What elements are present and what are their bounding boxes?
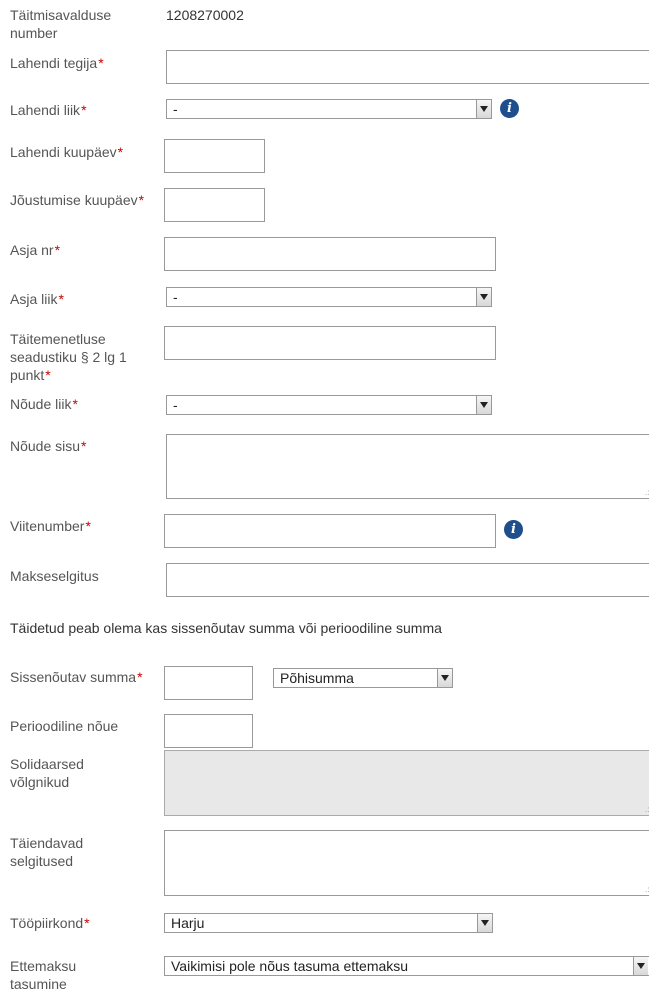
amount-type-select[interactable]: Põhisumma — [273, 668, 453, 688]
claim-type-selected: - — [173, 397, 178, 413]
case-number-input[interactable] — [164, 237, 496, 271]
claim-type-label: Nõude liik — [10, 395, 160, 413]
application-number-label: Täitmisavalduse number — [10, 7, 112, 41]
chevron-down-icon — [476, 288, 491, 306]
effective-date-label: Jõustumise kuupäev — [10, 191, 150, 209]
chevron-down-icon — [477, 914, 492, 932]
decision-type-selected: - — [173, 101, 178, 117]
additional-explanations-label: Täiendavad selgitused — [10, 835, 84, 869]
periodic-claim-label: Perioodiline nõue — [10, 718, 119, 734]
decision-maker-label: Lahendi tegija — [10, 54, 160, 72]
decision-type-select[interactable]: - — [166, 99, 492, 119]
info-icon[interactable]: i — [500, 99, 519, 118]
info-icon[interactable]: i — [504, 520, 523, 539]
claim-content-label: Nõude sisu — [10, 437, 160, 455]
amount-requirement-note: Täidetud peab olema kas sissenõutav summ… — [10, 620, 442, 636]
prepayment-label: Ettemaksu tasumine — [10, 958, 77, 992]
enforcement-act-point-label: Täitemenetluse seadustiku § 2 lg 1 punkt — [10, 330, 160, 384]
amount-type-selected: Põhisumma — [280, 670, 354, 686]
effective-date-input[interactable] — [164, 188, 265, 222]
chevron-down-icon — [476, 100, 491, 118]
decision-maker-input[interactable] — [166, 50, 649, 84]
reference-number-label: Viitenumber — [10, 517, 160, 535]
work-district-label: Tööpiirkond — [10, 914, 160, 932]
joint-debtors-label: Solidaarsed võlgnikud — [10, 756, 84, 790]
joint-debtors-textarea: .: — [164, 750, 649, 816]
application-number-value: 1208270002 — [166, 7, 244, 23]
work-district-select[interactable]: Harju — [164, 913, 493, 933]
claim-content-textarea[interactable]: .: — [166, 434, 649, 499]
claim-type-select[interactable]: - — [166, 395, 492, 415]
prepayment-selected: Vaikimisi pole nõus tasuma ettemaksu — [171, 958, 409, 974]
decision-date-input[interactable] — [164, 139, 265, 173]
case-type-select[interactable]: - — [166, 287, 492, 307]
case-type-label: Asja liik — [10, 290, 160, 308]
reference-number-input[interactable] — [164, 514, 496, 548]
payment-description-label: Makseselgitus — [10, 568, 99, 584]
decision-date-label: Lahendi kuupäev — [10, 143, 170, 161]
decision-type-label: Lahendi liik — [10, 101, 160, 119]
resize-grip-icon[interactable]: .: — [645, 886, 649, 894]
resize-grip-icon: .: — [645, 805, 649, 814]
enforcement-act-point-input[interactable] — [164, 326, 496, 360]
claimed-amount-label: Sissenõutav summa — [10, 668, 150, 686]
resize-grip-icon[interactable]: .: — [645, 489, 649, 497]
chevron-down-icon — [633, 957, 648, 975]
payment-description-input[interactable] — [166, 563, 649, 597]
periodic-claim-input[interactable] — [164, 714, 253, 748]
case-number-label: Asja nr — [10, 241, 160, 259]
chevron-down-icon — [476, 396, 491, 414]
chevron-down-icon — [437, 669, 452, 687]
claimed-amount-input[interactable] — [164, 666, 253, 700]
prepayment-select[interactable]: Vaikimisi pole nõus tasuma ettemaksu — [164, 956, 649, 976]
case-type-selected: - — [173, 289, 178, 305]
additional-explanations-textarea[interactable]: .: — [164, 830, 649, 896]
work-district-selected: Harju — [171, 915, 205, 931]
